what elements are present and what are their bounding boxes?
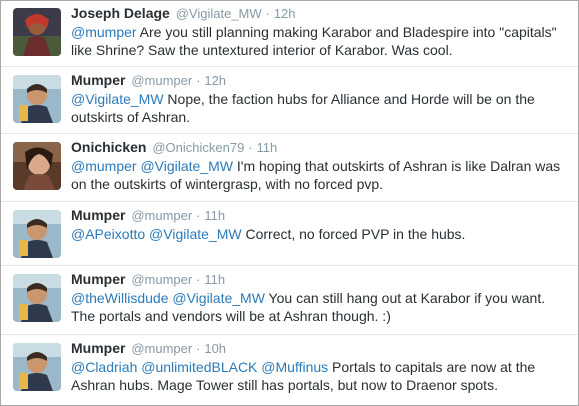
timestamp[interactable]: 11h <box>204 208 225 223</box>
display-name[interactable]: Mumper <box>71 207 125 223</box>
separator: · <box>265 6 270 21</box>
tweet-text-line2: on the outskirts of wintergrasp, with no… <box>71 176 384 192</box>
user-handle[interactable]: @Onichicken79 <box>152 140 244 155</box>
mention-link[interactable]: @unlimitedBLACK <box>141 359 257 375</box>
tweet-item[interactable]: Onichicken @Onichicken79 · 11h @mumper @… <box>1 135 578 202</box>
user-handle[interactable]: @mumper <box>131 341 192 356</box>
tweet-header: Mumper @mumper · 11h <box>71 207 225 224</box>
mention-link[interactable]: @Vigilate_MW <box>140 158 233 174</box>
timestamp[interactable]: 12h <box>274 6 296 21</box>
timestamp[interactable]: 11h <box>256 140 277 155</box>
display-name[interactable]: Joseph Delage <box>71 5 170 21</box>
tweet-text-line1: You can still hang out at Karabor if you… <box>264 290 546 306</box>
mention-link[interactable]: @Vigilate_MW <box>71 91 164 107</box>
tweet-text: @mumper @Vigilate_MW I'm hoping that out… <box>71 157 571 193</box>
display-name[interactable]: Mumper <box>71 271 125 287</box>
mention-link[interactable]: @APeixotto <box>71 226 145 242</box>
separator: · <box>196 272 201 287</box>
tweet-header: Onichicken @Onichicken79 · 11h <box>71 139 277 156</box>
tweet-text-line1: I'm hoping that outskirts of Ashran is l… <box>233 158 561 174</box>
avatar[interactable] <box>13 210 61 258</box>
user-handle[interactable]: @Vigilate_MW <box>176 6 262 21</box>
tweet-item[interactable]: Joseph Delage @Vigilate_MW · 12h @mumper… <box>1 1 578 67</box>
tweet-header: Joseph Delage @Vigilate_MW · 12h <box>71 5 295 22</box>
tweet-item[interactable]: Mumper @mumper · 10h @Cladriah @unlimite… <box>1 336 578 405</box>
tweet-item[interactable]: Mumper @mumper · 11h @theWillisdude @Vig… <box>1 267 578 335</box>
separator: · <box>248 140 253 155</box>
tweet-text: @mumper Are you still planning making Ka… <box>71 23 571 59</box>
separator: · <box>196 73 201 88</box>
tweet-text: @Vigilate_MW Nope, the faction hubs for … <box>71 90 571 126</box>
user-handle[interactable]: @mumper <box>131 73 192 88</box>
mention-link[interactable]: @Muffinus <box>261 359 328 375</box>
tweet-header: Mumper @mumper · 10h <box>71 340 226 357</box>
tweet-text-line2: like Shrine? Saw the untextured interior… <box>71 42 453 58</box>
avatar[interactable] <box>13 75 61 123</box>
user-handle[interactable]: @mumper <box>131 208 192 223</box>
tweet-timeline: Joseph Delage @Vigilate_MW · 12h @mumper… <box>0 0 579 406</box>
tweet-item[interactable]: Mumper @mumper · 12h @Vigilate_MW Nope, … <box>1 68 578 134</box>
display-name[interactable]: Mumper <box>71 340 125 356</box>
tweet-text-line1: Are you still planning making Karabor an… <box>136 24 557 40</box>
mention-link[interactable]: @Vigilate_MW <box>172 290 265 306</box>
timestamp[interactable]: 11h <box>204 272 225 287</box>
avatar[interactable] <box>13 343 61 391</box>
tweet-text-line2: The portals and vendors will be at Ashra… <box>71 308 391 324</box>
tweet-text-line1: Portals to capitals are now at the <box>328 359 536 375</box>
separator: · <box>196 341 201 356</box>
avatar[interactable] <box>13 142 61 190</box>
mention-link[interactable]: @mumper <box>71 24 137 40</box>
avatar[interactable] <box>13 8 61 56</box>
user-handle[interactable]: @mumper <box>131 272 192 287</box>
tweet-text: @theWillisdude @Vigilate_MW You can stil… <box>71 289 571 325</box>
separator: · <box>196 208 201 223</box>
timestamp[interactable]: 10h <box>204 341 226 356</box>
mention-link[interactable]: @Cladriah <box>71 359 137 375</box>
tweet-text: @APeixotto @Vigilate_MW Correct, no forc… <box>71 225 571 243</box>
tweet-text-line2: outskirts of Ashran. <box>71 109 191 125</box>
display-name[interactable]: Onichicken <box>71 139 146 155</box>
tweet-text-line1: Nope, the faction hubs for Alliance and … <box>163 91 535 107</box>
tweet-text-line2: Ashran hubs. Mage Tower still has portal… <box>71 377 498 393</box>
display-name[interactable]: Mumper <box>71 72 125 88</box>
avatar[interactable] <box>13 274 61 322</box>
mention-link[interactable]: @Vigilate_MW <box>149 226 242 242</box>
mention-link[interactable]: @mumper <box>71 158 137 174</box>
tweet-header: Mumper @mumper · 12h <box>71 72 226 89</box>
tweet-text-line1: Correct, no forced PVP in the hubs. <box>241 226 466 242</box>
tweet-text: @Cladriah @unlimitedBLACK @Muffinus Port… <box>71 358 571 394</box>
timestamp[interactable]: 12h <box>204 73 226 88</box>
tweet-header: Mumper @mumper · 11h <box>71 271 225 288</box>
tweet-item[interactable]: Mumper @mumper · 11h @APeixotto @Vigilat… <box>1 203 578 266</box>
mention-link[interactable]: @theWillisdude <box>71 290 168 306</box>
